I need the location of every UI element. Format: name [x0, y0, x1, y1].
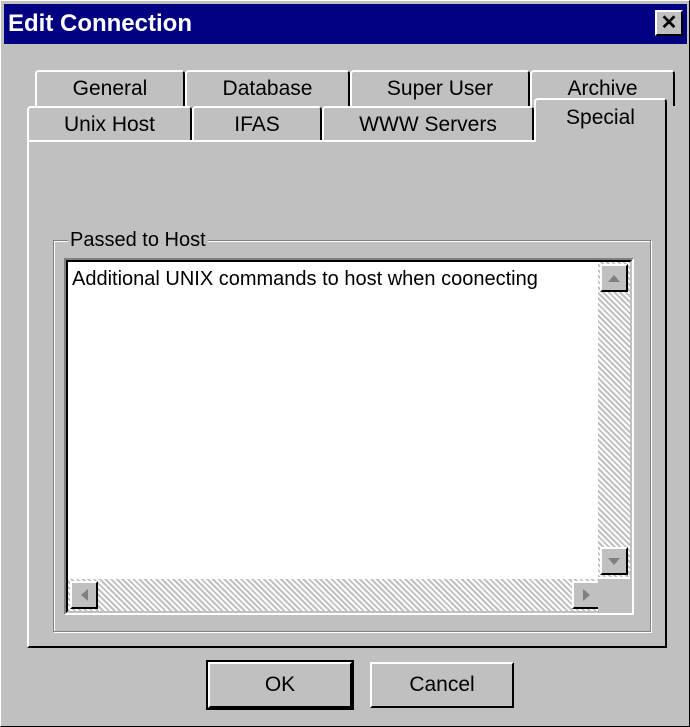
scroll-left-button[interactable]: [70, 581, 98, 609]
ok-label: OK: [264, 673, 296, 696]
group-label: Passed to Host: [68, 229, 208, 252]
tab-label: Unix Host: [63, 113, 156, 136]
tab-ifas[interactable]: IFAS: [192, 106, 322, 142]
scroll-down-button[interactable]: [600, 547, 628, 575]
close-button[interactable]: ✕: [655, 10, 683, 36]
tab-special[interactable]: Special: [534, 98, 667, 142]
arrow-up-icon: [608, 274, 620, 282]
arrow-right-icon: [582, 589, 590, 601]
cancel-button[interactable]: Cancel: [370, 662, 514, 708]
tab-label: Special: [566, 106, 635, 129]
tab-unix-host[interactable]: Unix Host: [27, 106, 192, 142]
tab-database[interactable]: Database: [185, 70, 350, 106]
scroll-up-button[interactable]: [600, 264, 628, 292]
title-bar: Edit Connection ✕: [4, 4, 687, 44]
host-commands-textarea[interactable]: Additional UNIX commands to host when co…: [64, 258, 634, 615]
ok-button[interactable]: OK: [206, 660, 354, 710]
cancel-label: Cancel: [409, 673, 475, 696]
scrollbar-corner: [598, 579, 630, 611]
tab-general[interactable]: General: [35, 70, 185, 106]
tab-label: WWW Servers: [359, 113, 497, 136]
tab-label: Database: [222, 77, 313, 100]
textarea-content: Additional UNIX commands to host when co…: [72, 268, 538, 290]
tab-label: General: [72, 77, 148, 100]
arrow-left-icon: [80, 589, 88, 601]
dialog-title: Edit Connection: [8, 10, 192, 37]
tab-label: IFAS: [234, 113, 280, 136]
scroll-right-button[interactable]: [572, 581, 600, 609]
vertical-scrollbar[interactable]: [598, 262, 630, 577]
close-icon: ✕: [660, 12, 678, 34]
arrow-down-icon: [608, 557, 620, 565]
tab-super-user[interactable]: Super User: [350, 70, 530, 106]
tab-www-servers[interactable]: WWW Servers: [322, 106, 534, 142]
horizontal-scrollbar[interactable]: [68, 579, 602, 611]
tab-label: Super User: [386, 77, 494, 100]
